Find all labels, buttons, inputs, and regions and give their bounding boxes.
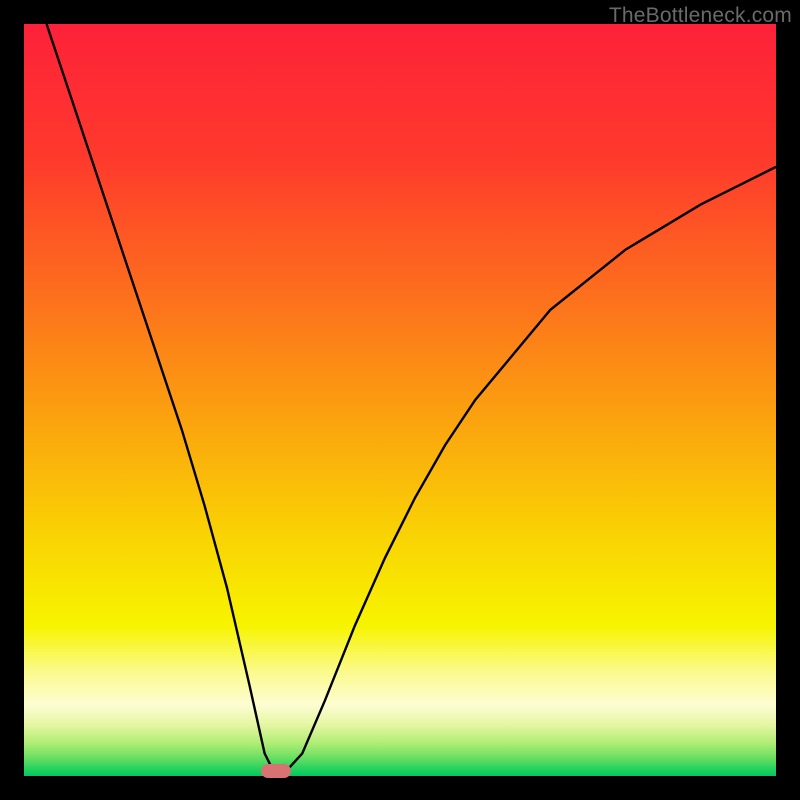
optimal-point-marker [261, 764, 291, 778]
watermark-text: TheBottleneck.com [609, 4, 792, 28]
chart-frame [24, 24, 776, 776]
chart-background-gradient [24, 24, 776, 776]
